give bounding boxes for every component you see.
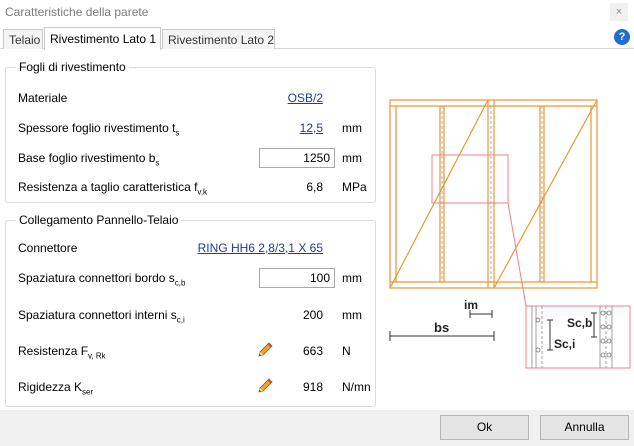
title-bar: Caratteristiche della parete × bbox=[0, 0, 634, 24]
spessore-row: Spessore foglio rivestimento ts 12,5 mm bbox=[18, 118, 375, 138]
spaziatura-interni-label: Spaziatura connettori interni sc,i bbox=[18, 308, 185, 325]
spaziatura-interni-unit: mm bbox=[342, 308, 362, 322]
resistenza-taglio-value: 6,8 bbox=[306, 180, 323, 194]
spaziatura-bordo-input[interactable]: 100 bbox=[259, 268, 335, 288]
help-icon[interactable]: ? bbox=[614, 29, 630, 45]
scb-label: Sc,b bbox=[567, 316, 592, 330]
spessore-label: Spessore foglio rivestimento ts bbox=[18, 121, 180, 138]
spessore-unit: mm bbox=[342, 121, 362, 135]
rigidezza-unit: N/mn bbox=[342, 380, 371, 394]
spessore-link[interactable]: 12,5 bbox=[300, 121, 323, 135]
materiale-row: Materiale OSB/2 bbox=[18, 88, 375, 108]
connettore-label: Connettore bbox=[18, 241, 78, 255]
group-title-collegamento: Collegamento Pannello-Telaio bbox=[16, 213, 182, 227]
bs-label: bs bbox=[434, 320, 449, 335]
base-row: Base foglio rivestimento bs 1250 mm bbox=[18, 148, 375, 168]
rigidezza-value: 918 bbox=[302, 380, 323, 394]
sci-label: Sc,i bbox=[554, 337, 575, 351]
spaziatura-interni-value: 200 bbox=[302, 308, 323, 322]
im-label: im bbox=[464, 298, 478, 312]
resistenza-taglio-unit: MPa bbox=[342, 180, 367, 194]
base-input[interactable]: 1250 bbox=[259, 148, 335, 168]
resistenza-taglio-row: Resistenza a taglio caratteristica fv,k … bbox=[18, 177, 375, 197]
resistenza-label: Resistenza Fv, Rk bbox=[18, 344, 106, 361]
pencil-icon[interactable] bbox=[256, 377, 274, 395]
stud-dashes bbox=[441, 106, 543, 282]
wall-panel-diagram: im bs Sc,i Sc,b bbox=[389, 99, 631, 369]
resistenza-value: 663 bbox=[302, 344, 323, 358]
spaziatura-bordo-unit: mm bbox=[342, 271, 362, 285]
close-icon[interactable]: × bbox=[610, 3, 628, 21]
resistenza-taglio-label: Resistenza a taglio caratteristica fv,k bbox=[18, 180, 208, 197]
collegamento-group: Collegamento Pannello-Telaio Connettore … bbox=[5, 213, 376, 407]
spaziatura-interni-row: Spaziatura connettori interni sc,i 200 m… bbox=[18, 305, 375, 325]
panel-frame bbox=[389, 99, 598, 289]
tab-bar: Telaio Rivestimento Lato 1 Rivestimento … bbox=[0, 27, 634, 50]
tab-rivestimento-lato-1[interactable]: Rivestimento Lato 1 bbox=[44, 27, 161, 50]
dimension-sci bbox=[547, 319, 553, 351]
tab-telaio[interactable]: Telaio bbox=[3, 29, 43, 49]
pencil-icon[interactable] bbox=[256, 341, 274, 359]
fogli-rivestimento-group: Fogli di rivestimento Materiale OSB/2 Sp… bbox=[5, 60, 376, 203]
group-title-fogli: Fogli di rivestimento bbox=[16, 60, 129, 74]
spaziatura-bordo-label: Spaziatura connettori bordo sc,b bbox=[18, 271, 186, 288]
cancel-button[interactable]: Annulla bbox=[540, 415, 629, 440]
tab-rivestimento-lato-2[interactable]: Rivestimento Lato 2 bbox=[162, 29, 275, 49]
spaziatura-bordo-row: Spaziatura connettori bordo sc,b 100 mm bbox=[18, 268, 375, 288]
materiale-link[interactable]: OSB/2 bbox=[288, 91, 323, 105]
ok-button[interactable]: Ok bbox=[440, 415, 529, 440]
resistenza-unit: N bbox=[342, 344, 351, 358]
resistenza-row: Resistenza Fv, Rk 663 N bbox=[18, 341, 375, 361]
button-bar: Ok Annulla bbox=[0, 410, 634, 446]
materiale-label: Materiale bbox=[18, 91, 68, 105]
base-label: Base foglio rivestimento bs bbox=[18, 151, 160, 168]
rigidezza-row: Rigidezza Kser 918 N/mn bbox=[18, 377, 375, 397]
connettore-row: Connettore RING HH6 2,8/3,1 X 65 bbox=[18, 238, 375, 258]
base-unit: mm bbox=[342, 151, 362, 165]
rigidezza-label: Rigidezza Kser bbox=[18, 380, 94, 397]
connettore-link[interactable]: RING HH6 2,8/3,1 X 65 bbox=[198, 241, 323, 255]
window-title: Caratteristiche della parete bbox=[5, 5, 149, 19]
